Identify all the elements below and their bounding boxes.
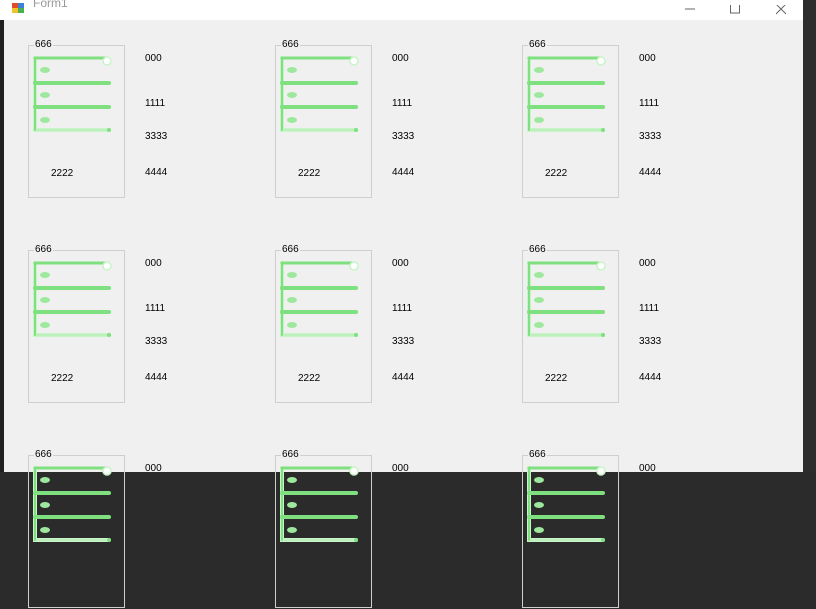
label-1111: 1111 — [145, 98, 166, 109]
label-4444: 4444 — [145, 372, 168, 383]
label-3333: 3333 — [392, 131, 415, 142]
label-3333: 3333 — [145, 336, 168, 347]
maximize-icon — [730, 5, 740, 14]
card: 2222 666 000 1111 3333 4444 — [275, 244, 489, 404]
maximize-button[interactable] — [712, 0, 758, 20]
groupbox-caption: 666 — [34, 39, 53, 50]
card: 2222 666 000 1111 3333 4444 — [522, 244, 736, 404]
pipe-graphic — [527, 466, 606, 542]
pipe-graphic — [527, 56, 606, 132]
pipe-graphic — [33, 261, 112, 337]
groupbox-frame: 2222 — [28, 250, 125, 403]
pipe-graphic — [280, 56, 359, 132]
label-000: 000 — [145, 463, 162, 474]
label-000: 000 — [145, 53, 162, 64]
groupbox-caption: 666 — [281, 244, 300, 255]
groupbox-frame — [28, 455, 125, 608]
label-000: 000 — [392, 463, 409, 474]
groupbox-frame: 2222 — [275, 45, 372, 198]
groupbox-frame — [522, 455, 619, 608]
card: 2222 666 000 1111 3333 4444 — [28, 244, 242, 404]
label-4444: 4444 — [392, 372, 415, 383]
title-bar[interactable]: Form1 — [0, 0, 804, 20]
label-3333: 3333 — [392, 336, 415, 347]
groupbox-caption: 666 — [528, 39, 547, 50]
groupbox-frame: 2222 — [522, 45, 619, 198]
card: 2222 666 000 1111 3333 4444 — [522, 39, 736, 199]
label-2222: 2222 — [51, 373, 74, 384]
pipe-graphic — [33, 466, 112, 542]
card: 666 000 — [275, 449, 489, 609]
pipe-graphic — [527, 261, 606, 337]
groupbox-caption: 666 — [281, 449, 300, 460]
label-000: 000 — [392, 258, 409, 269]
card: 666 000 — [522, 449, 736, 609]
label-1111: 1111 — [145, 303, 166, 314]
label-1111: 1111 — [639, 303, 660, 314]
groupbox-frame: 2222 — [28, 45, 125, 198]
groupbox-frame — [275, 455, 372, 608]
label-1111: 1111 — [392, 98, 413, 109]
close-button[interactable] — [758, 0, 804, 20]
label-2222: 2222 — [298, 373, 321, 384]
pipe-graphic — [280, 466, 359, 542]
minimize-icon — [685, 8, 695, 10]
label-000: 000 — [392, 53, 409, 64]
groupbox-caption: 666 — [34, 449, 53, 460]
groupbox-caption: 666 — [528, 244, 547, 255]
app-icon — [12, 0, 28, 13]
label-000: 000 — [639, 53, 656, 64]
minimize-button[interactable] — [667, 0, 713, 20]
background-window-edge-right — [803, 0, 816, 472]
label-000: 000 — [639, 258, 656, 269]
label-2222: 2222 — [545, 168, 568, 179]
groupbox-frame: 2222 — [275, 250, 372, 403]
close-icon — [776, 5, 786, 15]
groupbox-caption: 666 — [34, 244, 53, 255]
label-4444: 4444 — [145, 167, 168, 178]
groupbox-frame: 2222 — [522, 250, 619, 403]
groupbox-caption: 666 — [528, 449, 547, 460]
window-title: Form1 — [33, 0, 68, 10]
label-000: 000 — [639, 463, 656, 474]
label-1111: 1111 — [639, 98, 660, 109]
label-2222: 2222 — [51, 168, 74, 179]
label-000: 000 — [145, 258, 162, 269]
card: 2222 666 000 1111 3333 4444 — [28, 39, 242, 199]
label-3333: 3333 — [145, 131, 168, 142]
label-3333: 3333 — [639, 131, 662, 142]
label-1111: 1111 — [392, 303, 413, 314]
card: 666 000 — [28, 449, 242, 609]
groupbox-caption: 666 — [281, 39, 300, 50]
card: 2222 666 000 1111 3333 4444 — [275, 39, 489, 199]
label-2222: 2222 — [298, 168, 321, 179]
label-4444: 4444 — [639, 167, 662, 178]
label-3333: 3333 — [639, 336, 662, 347]
label-2222: 2222 — [545, 373, 568, 384]
pipe-graphic — [33, 56, 112, 132]
label-4444: 4444 — [639, 372, 662, 383]
label-4444: 4444 — [392, 167, 415, 178]
pipe-graphic — [280, 261, 359, 337]
